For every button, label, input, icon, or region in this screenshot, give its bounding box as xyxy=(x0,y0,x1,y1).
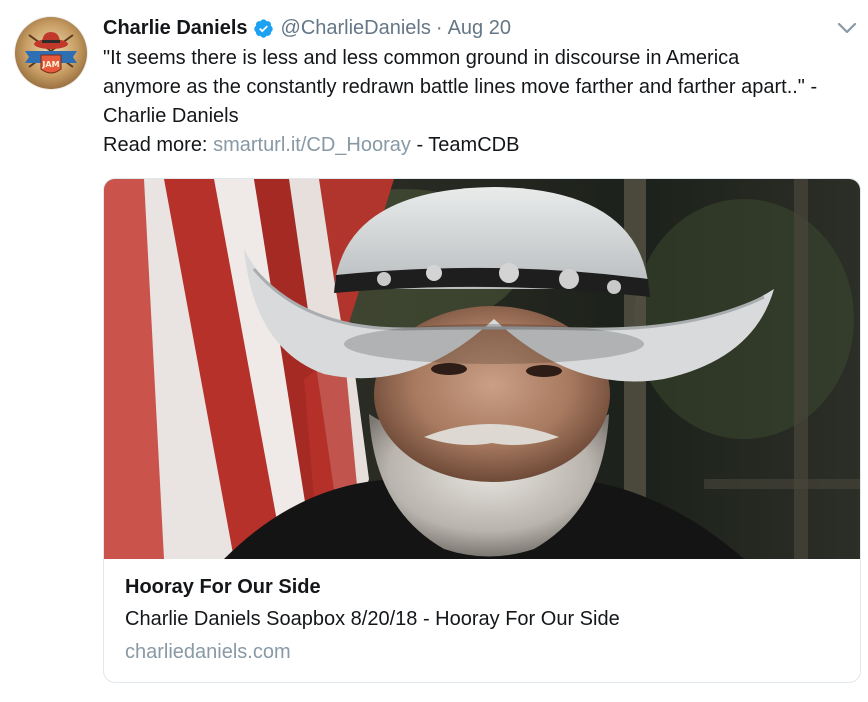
card-description: Charlie Daniels Soapbox 8/20/18 - Hooray… xyxy=(125,608,620,630)
tweet-timestamp[interactable]: Aug 20 xyxy=(448,17,511,40)
avatar[interactable]: JAM xyxy=(15,17,87,89)
link-card[interactable]: Hooray For Our Side Charlie Daniels Soap… xyxy=(103,178,861,683)
card-title[interactable]: Hooray For Our Side xyxy=(125,576,321,599)
card-domain: charliedaniels.com xyxy=(125,641,291,663)
read-more-line: Read more: smarturl.it/CD_Hooray - TeamC… xyxy=(103,131,863,160)
author-handle[interactable]: @CharlieDaniels xyxy=(281,17,431,40)
tweet-text-line: anymore as the constantly redrawn battle… xyxy=(103,76,818,98)
tweet-text-line: "It seems there is less and less common … xyxy=(103,47,740,69)
read-more-label: Read more: xyxy=(103,134,208,156)
avatar-logo-text: JAM xyxy=(41,60,59,69)
read-more-suffix: - TeamCDB xyxy=(416,134,520,156)
tweet-text-line: Charlie Daniels xyxy=(103,105,239,127)
read-more-link[interactable]: smarturl.it/CD_Hooray xyxy=(213,134,411,156)
tweet-header: Charlie Daniels @CharlieDaniels · Aug 20 xyxy=(103,14,511,42)
avatar-logo: JAM xyxy=(15,17,87,89)
tweet-text: "It seems there is less and less common … xyxy=(103,44,863,160)
tweet: JAM Charlie Daniels @CharlieDaniels · Au… xyxy=(0,0,868,702)
chevron-down-icon[interactable] xyxy=(836,20,858,36)
author-name[interactable]: Charlie Daniels xyxy=(103,17,248,40)
card-image[interactable] xyxy=(104,179,861,559)
header-separator: · xyxy=(435,16,443,39)
verified-badge-icon xyxy=(253,18,274,39)
